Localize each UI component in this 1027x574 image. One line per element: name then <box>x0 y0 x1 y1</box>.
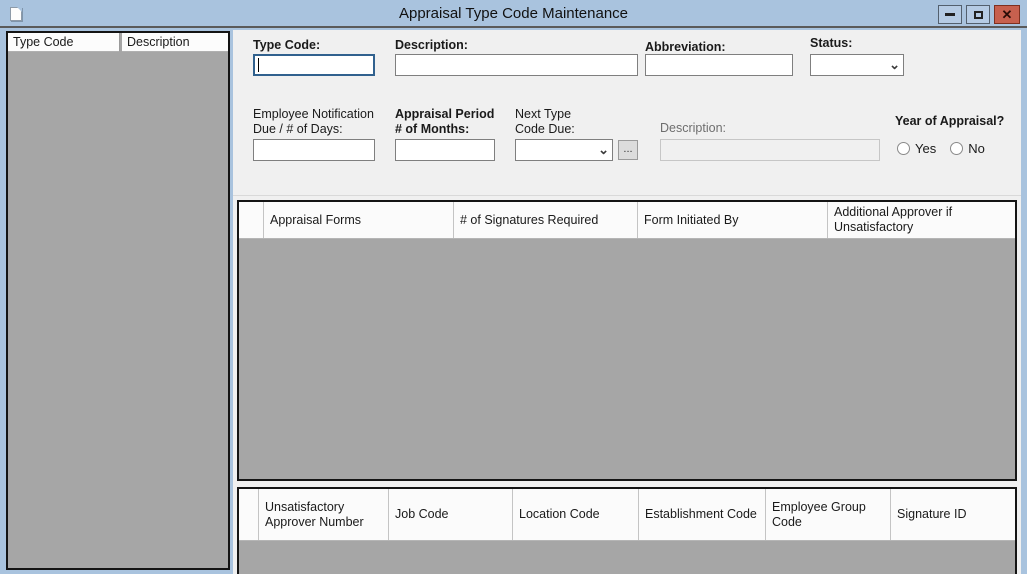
minimize-button[interactable] <box>938 5 962 24</box>
chevron-down-icon: ⌄ <box>889 55 900 75</box>
title-bar: Appraisal Type Code Maintenance ✕ <box>0 0 1027 28</box>
next-type-code-label: Next Type Code Due: <box>515 107 575 137</box>
chevron-down-icon: ⌄ <box>598 140 609 160</box>
approver-grid: Unsatisfactory Approver Number Job Code … <box>237 487 1017 574</box>
column-header-signature-id[interactable]: Signature ID <box>891 489 1015 540</box>
type-code-list-header: Type Code Description <box>8 33 228 52</box>
row-selector-header <box>239 489 259 540</box>
maximize-button[interactable] <box>966 5 990 24</box>
type-code-label: Type Code: <box>253 38 320 52</box>
column-header-establishment-code[interactable]: Establishment Code <box>639 489 766 540</box>
column-header-location-code[interactable]: Location Code <box>513 489 639 540</box>
close-icon: ✕ <box>1002 8 1013 21</box>
type-code-list-panel: Type Code Description <box>6 31 230 570</box>
type-code-input[interactable] <box>253 54 375 76</box>
year-of-appraisal-group: Yes No <box>897 141 985 156</box>
next-description-input <box>660 139 880 161</box>
column-header-signatures-required[interactable]: # of Signatures Required <box>454 202 638 238</box>
row-selector-header <box>239 202 264 238</box>
next-type-code-select[interactable]: ⌄ <box>515 139 613 161</box>
approver-grid-header: Unsatisfactory Approver Number Job Code … <box>239 489 1015 541</box>
column-header-additional-approver[interactable]: Additional Approver if Unsatisfactory <box>828 202 1015 238</box>
maximize-icon <box>974 11 983 19</box>
column-header-type-code[interactable]: Type Code <box>8 33 120 52</box>
next-description-label: Description: <box>660 121 726 135</box>
column-header-form-initiated-by[interactable]: Form Initiated By <box>638 202 828 238</box>
abbreviation-input[interactable] <box>645 54 793 76</box>
text-caret <box>258 58 259 72</box>
radio-icon <box>950 142 963 155</box>
radio-no-label: No <box>968 141 985 156</box>
description-input[interactable] <box>395 54 638 76</box>
employee-notification-input[interactable] <box>253 139 375 161</box>
form-area: Type Code: Description: Abbreviation: St… <box>233 30 1021 196</box>
column-header-appraisal-forms[interactable]: Appraisal Forms <box>264 202 454 238</box>
window-title: Appraisal Type Code Maintenance <box>0 0 1027 28</box>
column-header-job-code[interactable]: Job Code <box>389 489 513 540</box>
minimize-icon <box>945 13 955 16</box>
appraisal-period-input[interactable] <box>395 139 495 161</box>
column-header-unsatisfactory-approver-number[interactable]: Unsatisfactory Approver Number <box>259 489 389 540</box>
radio-no[interactable]: No <box>950 141 985 156</box>
status-select[interactable]: ⌄ <box>810 54 904 76</box>
radio-yes[interactable]: Yes <box>897 141 936 156</box>
radio-yes-label: Yes <box>915 141 936 156</box>
year-of-appraisal-label: Year of Appraisal? <box>895 114 1004 128</box>
appraisal-forms-grid-header: Appraisal Forms # of Signatures Required… <box>239 202 1015 239</box>
close-button[interactable]: ✕ <box>994 5 1020 24</box>
appraisal-forms-grid-body[interactable] <box>239 239 1015 479</box>
column-header-employee-group-code[interactable]: Employee Group Code <box>766 489 891 540</box>
appraisal-forms-grid: Appraisal Forms # of Signatures Required… <box>237 200 1017 481</box>
status-label: Status: <box>810 36 852 50</box>
appraisal-period-label: Appraisal Period # of Months: <box>395 107 494 137</box>
abbreviation-label: Abbreviation: <box>645 40 726 54</box>
column-header-description[interactable]: Description <box>122 33 228 52</box>
approver-grid-body[interactable] <box>239 541 1015 574</box>
employee-notification-label: Employee Notification Due / # of Days: <box>253 107 374 137</box>
main-content: Type Code: Description: Abbreviation: St… <box>233 30 1021 574</box>
type-code-list-body[interactable] <box>8 52 228 568</box>
radio-icon <box>897 142 910 155</box>
description-label: Description: <box>395 38 468 52</box>
browse-button[interactable]: ... <box>618 140 638 160</box>
